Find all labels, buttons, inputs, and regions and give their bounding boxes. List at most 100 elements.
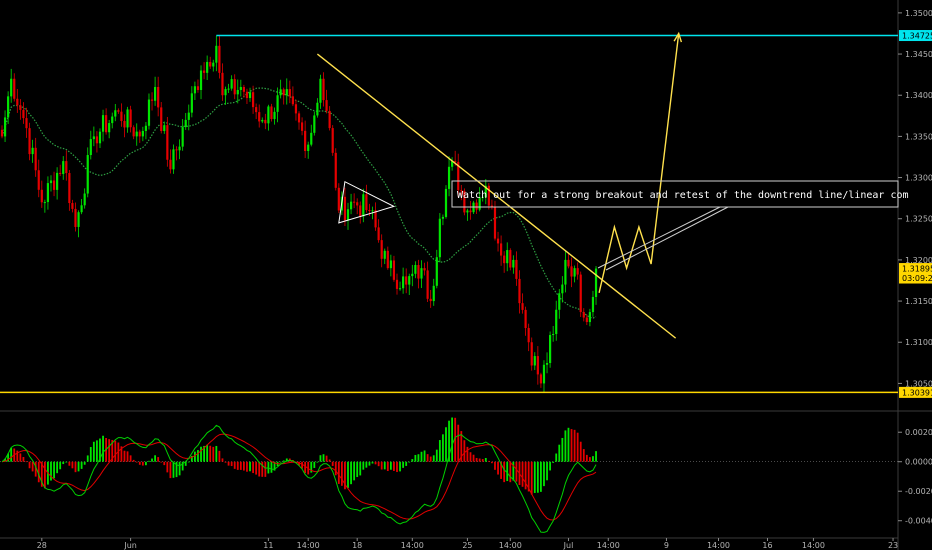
candle-body [123, 120, 126, 128]
histogram-bar [92, 441, 95, 462]
candle-body [389, 260, 392, 269]
histogram-bar [264, 461, 267, 477]
histogram-bar [389, 461, 392, 470]
candle-body [215, 45, 218, 63]
candle-body [304, 130, 307, 151]
candle-body [307, 144, 310, 151]
candle-body [334, 152, 337, 188]
candle-body [582, 312, 585, 318]
histogram-bar [377, 461, 380, 467]
histogram-bar [334, 461, 337, 476]
histogram-bar [258, 461, 261, 477]
candle-body [328, 110, 331, 129]
histogram-bar [472, 454, 475, 462]
histogram-bar [53, 461, 55, 479]
histogram-bar [478, 458, 481, 462]
histogram-bar [239, 461, 242, 470]
histogram-bar [19, 453, 22, 462]
candle-body [343, 196, 347, 221]
candle-body [353, 201, 356, 203]
candle-body [297, 113, 301, 123]
candle-body [591, 296, 595, 313]
candle-body [22, 109, 25, 119]
candle-body [147, 99, 151, 126]
candle-body [273, 111, 276, 120]
histogram-bar [576, 432, 579, 462]
candle-body [13, 78, 16, 99]
candle-body [126, 109, 129, 128]
histogram-bar [570, 429, 573, 462]
candle-body [150, 99, 154, 101]
histogram-bar [442, 434, 444, 462]
histogram-bar [423, 450, 426, 462]
histogram-bar [543, 461, 545, 487]
candle-body [319, 78, 322, 103]
candle-body [414, 264, 417, 274]
candle-body [512, 259, 515, 268]
candle-body [193, 86, 197, 94]
histogram-bar [368, 461, 371, 466]
candle-body [3, 117, 7, 137]
price-tick-label: 1.34000 [905, 91, 932, 100]
histogram-bar [25, 461, 28, 463]
candle-body [166, 125, 169, 160]
candle-body [46, 183, 50, 203]
candle-body [25, 118, 28, 129]
candle-body [386, 250, 389, 269]
histogram-bar [475, 457, 478, 462]
histogram-bar [481, 459, 484, 462]
histogram-bar [325, 455, 328, 462]
candle-body [496, 238, 500, 244]
candle-body [141, 130, 144, 137]
histogram-bar [28, 461, 31, 469]
histogram-bar [160, 461, 163, 463]
candle-body [190, 93, 193, 113]
histogram-bar [68, 461, 71, 466]
histogram-bar [417, 454, 420, 462]
candle-body [432, 285, 435, 302]
histogram-bar [411, 459, 414, 462]
candle-body [438, 218, 441, 258]
time-tick-label: 16 [762, 541, 772, 550]
histogram-bar [497, 461, 499, 475]
candle-body [199, 70, 203, 90]
candle-body [548, 335, 552, 363]
candle-body [175, 149, 178, 151]
candle-body [28, 128, 31, 155]
histogram-bar [503, 461, 506, 483]
candle-body [52, 180, 56, 190]
price-label: 1.31895 [902, 265, 932, 274]
candle-body [56, 172, 59, 190]
candle-body [518, 278, 521, 304]
histogram-bar [322, 454, 325, 462]
osc-tick-label: -0.0040 [905, 517, 932, 526]
histogram-bar [114, 440, 117, 462]
candle-body [585, 317, 588, 323]
histogram-bar [135, 461, 138, 463]
histogram-bar [22, 457, 25, 462]
candle-body [426, 270, 429, 299]
histogram-bar [546, 461, 548, 481]
candle-body [178, 146, 181, 151]
candle-body [239, 86, 242, 90]
candle-body [466, 210, 469, 213]
price-tick-label: 1.32500 [905, 215, 932, 224]
histogram-bar [282, 460, 285, 462]
time-tick-label: Jun [123, 541, 137, 550]
histogram-bar [145, 461, 147, 466]
histogram-bar [316, 461, 319, 463]
histogram-bar [252, 461, 254, 474]
histogram-bar [279, 461, 282, 463]
histogram-bar [62, 461, 65, 465]
candle-body [555, 309, 558, 335]
candle-body [346, 209, 350, 221]
candle-body [132, 127, 135, 137]
candle-body [154, 86, 157, 101]
histogram-bar [445, 427, 447, 462]
time-tick-label: Jul [563, 541, 574, 550]
histogram-bar [89, 447, 92, 462]
histogram-bar [386, 461, 389, 472]
candle-body [245, 91, 249, 99]
osc-tick-label: 0.0000 [905, 458, 932, 467]
osc-tick-label: -0.0020 [905, 487, 932, 496]
